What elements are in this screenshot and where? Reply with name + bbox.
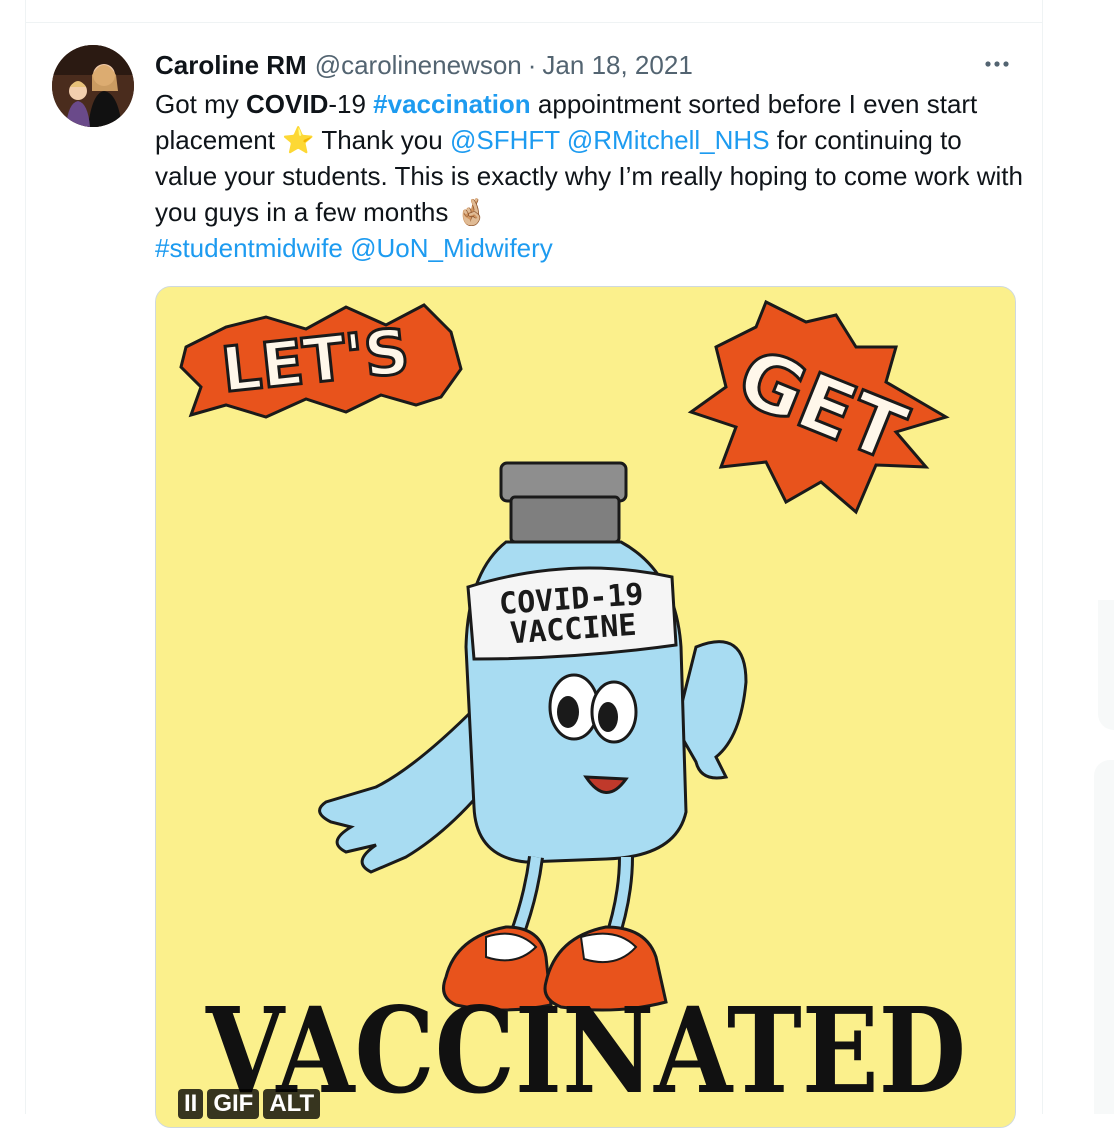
tweet-text-segment (560, 125, 567, 155)
tweet-divider (26, 22, 1042, 23)
crossed-fingers-emoji: 🤞🏼 (455, 197, 488, 227)
hashtag-studentmidwife[interactable]: #studentmidwife (155, 233, 343, 263)
sidebar-panel-edge (1098, 600, 1114, 730)
pause-icon[interactable]: II (178, 1089, 204, 1119)
mention-uon-midwifery[interactable]: @UoN_Midwifery (350, 233, 553, 263)
gif-badge: GIF (207, 1089, 260, 1119)
mention-rmitchell-nhs[interactable]: @RMitchell_NHS (567, 125, 770, 155)
hashtag-vaccination[interactable]: #vaccination (373, 89, 531, 119)
tweet-text-segment: Thank you (314, 125, 450, 155)
tweet-text-segment: Got my (155, 89, 247, 119)
star-emoji: ⭐ (282, 125, 315, 155)
more-options-icon[interactable] (980, 52, 1014, 76)
timeline-left-border (25, 0, 26, 1114)
alt-badge[interactable]: ALT (263, 1089, 321, 1119)
avatar-photo (52, 45, 134, 127)
tweet-gif-media[interactable]: LET'S GET COVID-19 VACCINE VACCINATED II… (155, 286, 1016, 1128)
tweet-text-segment: -19 (328, 89, 374, 119)
tweet-text-bold: COVID (246, 89, 329, 119)
vaccine-gif-illustration: LET'S GET COVID-19 VACCINE VACCINATED (156, 287, 1015, 1127)
tweet-header: Caroline RM @carolinenewson · Jan 18, 20… (155, 48, 693, 82)
sidebar-panel-edge (1094, 760, 1114, 1114)
media-badges: II GIF ALT (178, 1089, 321, 1119)
mention-sfhft[interactable]: @SFHFT (450, 125, 560, 155)
tweet-text: Got my COVID-19 #vaccination appointment… (155, 86, 1025, 266)
timeline-right-border (1042, 0, 1043, 1114)
tweet-date[interactable]: Jan 18, 2021 (542, 50, 692, 81)
author-avatar[interactable] (52, 45, 134, 127)
author-handle[interactable]: @carolinenewson (315, 50, 522, 81)
author-name[interactable]: Caroline RM (155, 50, 307, 81)
header-separator: · (527, 49, 537, 80)
